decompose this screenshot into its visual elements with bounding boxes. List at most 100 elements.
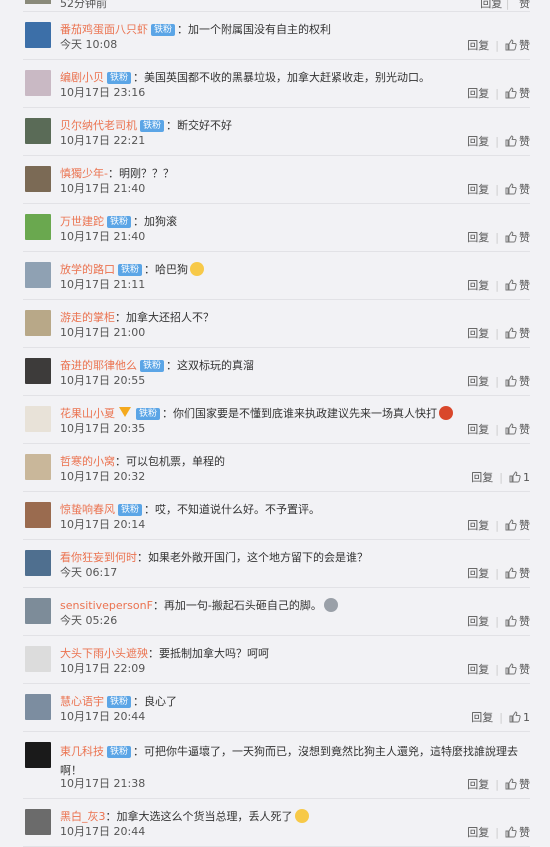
like-button[interactable]: 1: [509, 471, 530, 484]
username-link[interactable]: 花果山小夏: [60, 407, 115, 420]
username-link[interactable]: 奋进的耶律他么: [60, 359, 137, 372]
comment-item: 慧心语宇 铁粉 ：良心了 10月17日 20:44 回复 | 1: [23, 684, 530, 732]
like-button[interactable]: 赞: [519, 0, 530, 10]
like-button[interactable]: 赞: [505, 519, 530, 532]
avatar[interactable]: [25, 694, 51, 720]
reply-button[interactable]: 回复: [467, 87, 489, 100]
comment-text: ：这双标玩的真溜: [166, 359, 255, 372]
like-count: 赞: [519, 327, 530, 340]
username-link[interactable]: 万世建跎: [60, 215, 104, 228]
like-count: 赞: [519, 87, 530, 100]
reply-button[interactable]: 回复: [467, 826, 489, 839]
reply-button[interactable]: 回复: [467, 567, 489, 580]
avatar[interactable]: [25, 550, 51, 576]
like-button[interactable]: 赞: [505, 567, 530, 580]
like-button[interactable]: 赞: [505, 615, 530, 628]
username-link[interactable]: 看你狂妄到何时: [60, 551, 137, 564]
like-button[interactable]: 赞: [505, 135, 530, 148]
reply-button[interactable]: 回复: [467, 39, 489, 52]
avatar[interactable]: [25, 310, 51, 336]
like-button[interactable]: 赞: [505, 663, 530, 676]
like-count: 1: [523, 711, 530, 724]
reply-button[interactable]: 回复: [471, 711, 493, 724]
thumbs-up-icon: [509, 711, 523, 724]
reply-button[interactable]: 回复: [467, 183, 489, 196]
comment-time: 10月17日 22:21: [60, 134, 146, 147]
avatar[interactable]: [25, 0, 51, 4]
comment-time: 10月17日 21:00: [60, 326, 146, 339]
avatar[interactable]: [25, 70, 51, 96]
like-button[interactable]: 赞: [505, 279, 530, 292]
avatar[interactable]: [25, 358, 51, 384]
avatar[interactable]: [25, 118, 51, 144]
like-count: 赞: [519, 135, 530, 148]
reply-button[interactable]: 回复: [471, 471, 493, 484]
emoji-icon: [190, 262, 205, 276]
thumbs-up-icon: [505, 615, 519, 628]
comment-item-partial: 52分钟前 回复 | 赞: [23, 0, 530, 12]
username-link[interactable]: sensitivepersonF: [60, 599, 153, 612]
like-button[interactable]: 赞: [505, 778, 530, 791]
username-link[interactable]: 贝尔纳代老司机: [60, 119, 137, 132]
username-link[interactable]: 惊蛰响春风: [60, 503, 115, 516]
like-button[interactable]: 赞: [505, 231, 530, 244]
avatar[interactable]: [25, 406, 51, 432]
avatar[interactable]: [25, 262, 51, 288]
comment-actions: 回复 | 赞: [480, 0, 530, 11]
like-count: 赞: [519, 279, 530, 292]
username-link[interactable]: 慎獨少年-: [60, 167, 108, 180]
reply-button[interactable]: 回复: [467, 663, 489, 676]
avatar[interactable]: [25, 22, 51, 48]
avatar[interactable]: [25, 214, 51, 240]
avatar[interactable]: [25, 454, 51, 480]
reply-button[interactable]: 回复: [467, 279, 489, 292]
comment-text: ：哈巴狗: [144, 263, 189, 276]
comment-item: 花果山小夏 铁粉 ：你们国家要是不懂到底谁来执政建议先来一场真人快打 10月17日 2…: [23, 396, 530, 444]
avatar[interactable]: [25, 166, 51, 192]
reply-button[interactable]: 回复: [467, 519, 489, 532]
username-link[interactable]: 哲寒的小窝: [60, 455, 115, 468]
reply-button[interactable]: 回复: [467, 778, 489, 791]
like-button[interactable]: 赞: [505, 826, 530, 839]
comment-text: ：哎，不知道说什么好。不予置评。: [144, 503, 321, 516]
divider: |: [495, 519, 499, 532]
like-button[interactable]: 赞: [505, 327, 530, 340]
reply-button[interactable]: 回复: [480, 0, 502, 10]
comment-item: 奋进的耶律他么 铁粉 ：这双标玩的真溜 10月17日 20:55 回复 | 赞: [23, 348, 530, 396]
like-button[interactable]: 赞: [505, 39, 530, 52]
comment-text: ：加拿大还招人不？: [115, 311, 214, 324]
like-count: 赞: [519, 39, 530, 52]
like-count: 赞: [519, 615, 530, 628]
username-link[interactable]: 黑白_灰3: [60, 810, 106, 823]
reply-button[interactable]: 回复: [467, 375, 489, 388]
username-link[interactable]: 東几科技: [60, 745, 104, 758]
like-button[interactable]: 赞: [505, 375, 530, 388]
comment-item: 游走的掌柜：加拿大还招人不？ 10月17日 21:00 回复 | 赞: [23, 300, 530, 348]
avatar[interactable]: [25, 809, 51, 835]
username-link[interactable]: 番茄鸡蛋面八只虾: [60, 23, 148, 36]
avatar[interactable]: [25, 598, 51, 624]
like-button[interactable]: 赞: [505, 183, 530, 196]
divider: |: [495, 135, 499, 148]
reply-button[interactable]: 回复: [467, 231, 489, 244]
reply-button[interactable]: 回复: [467, 423, 489, 436]
like-button[interactable]: 赞: [505, 87, 530, 100]
username-link[interactable]: 编剧小贝: [60, 71, 104, 84]
avatar[interactable]: [25, 742, 51, 768]
comment-item: 放学的路口 铁粉 ：哈巴狗 10月17日 21:11 回复 | 赞: [23, 252, 530, 300]
reply-button[interactable]: 回复: [467, 327, 489, 340]
emoji-icon: [439, 406, 454, 420]
avatar[interactable]: [25, 646, 51, 672]
like-button[interactable]: 赞: [505, 423, 530, 436]
avatar[interactable]: [25, 502, 51, 528]
like-button[interactable]: 1: [509, 711, 530, 724]
username-link[interactable]: 放学的路口: [60, 263, 115, 276]
reply-button[interactable]: 回复: [467, 615, 489, 628]
comment-time: 10月17日 21:40: [60, 230, 146, 243]
comment-actions: 回复 | 赞: [467, 776, 530, 792]
thumbs-up-icon: [505, 135, 519, 148]
username-link[interactable]: 慧心语宇: [60, 695, 104, 708]
username-link[interactable]: 大头下雨小头遮殃: [60, 647, 148, 660]
username-link[interactable]: 游走的掌柜: [60, 311, 115, 324]
reply-button[interactable]: 回复: [467, 135, 489, 148]
